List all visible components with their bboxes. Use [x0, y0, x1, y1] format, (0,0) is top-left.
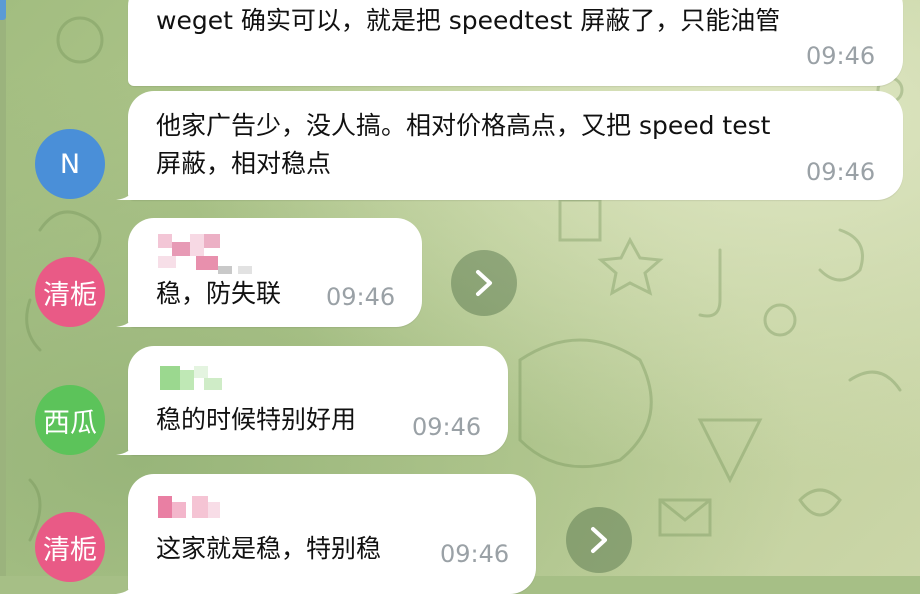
message-bubble[interactable]: 他家广告少，没人搞。相对价格高点，又把 speed test 屏蔽，相对稳点 0…: [116, 91, 903, 200]
message-text: 屏蔽，相对稳点: [156, 149, 332, 178]
message-bubble[interactable]: 稳的时候特别好用 09:46: [116, 346, 508, 455]
pixelated-reply-preview: [160, 366, 230, 392]
bubble-tail: [116, 576, 136, 594]
message-text: 稳的时候特别好用: [156, 405, 357, 434]
pixelated-reply-preview: [158, 234, 268, 276]
avatar[interactable]: N: [35, 129, 105, 199]
pixelated-reply-preview: [158, 496, 228, 524]
message-time: 09:46: [412, 413, 482, 441]
bubble-tail: [116, 309, 136, 327]
message-text: 他家广告少，没人搞。相对价格高点，又把 speed test: [156, 111, 771, 140]
message-bubble[interactable]: 稳，防失联 09:46: [116, 218, 422, 327]
forward-button[interactable]: [451, 250, 517, 316]
forward-button[interactable]: [566, 507, 632, 573]
active-chat-indicator: [0, 0, 6, 20]
left-panel-edge: [0, 0, 6, 576]
message-bubble[interactable]: weget 确实可以，就是把 speedtest 屏蔽了，只能油管 09:46: [128, 0, 903, 86]
message-text: weget 确实可以，就是把 speedtest 屏蔽了，只能油管: [156, 6, 781, 35]
forward-arrow-icon: [591, 527, 607, 553]
forward-arrow-icon: [476, 270, 492, 296]
message-text: 这家就是稳，特别稳: [156, 534, 382, 563]
avatar[interactable]: 清栀: [35, 512, 105, 582]
message-time: 09:46: [806, 158, 876, 186]
message-text: 稳，防失联: [156, 279, 282, 308]
avatar[interactable]: 清栀: [35, 257, 105, 327]
bubble-tail: [116, 182, 136, 200]
bubble-tail: [116, 437, 136, 455]
message-time: 09:46: [806, 42, 876, 70]
avatar[interactable]: 西瓜: [35, 385, 105, 455]
message-time: 09:46: [440, 540, 510, 568]
message-time: 09:46: [326, 283, 396, 311]
message-bubble[interactable]: 这家就是稳，特别稳 09:46: [116, 474, 536, 594]
